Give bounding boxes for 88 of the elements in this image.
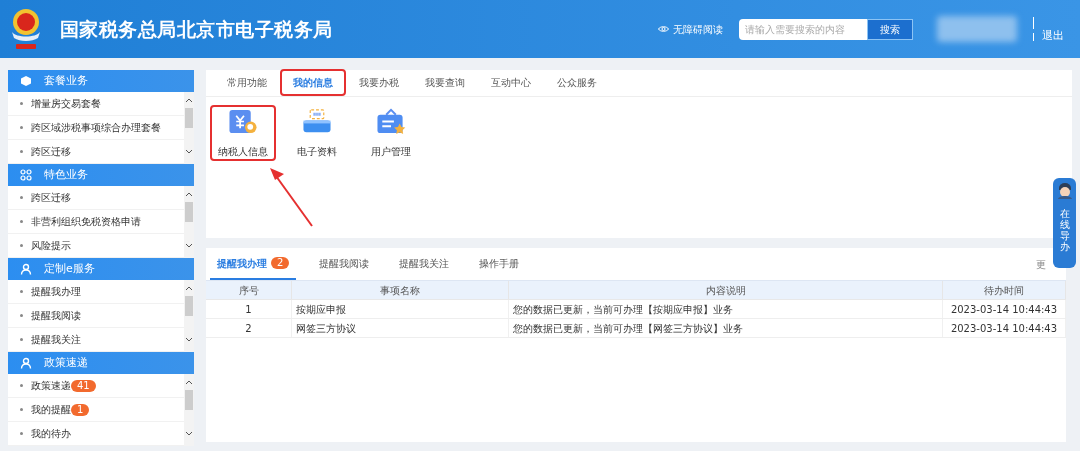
count-badge: 41 <box>71 379 96 392</box>
bullet-icon <box>20 290 23 293</box>
function-tile[interactable]: 纳税人信息 <box>210 105 276 161</box>
site-title: 国家税务总局北京市电子税务局 <box>60 16 333 42</box>
scroll-down-icon[interactable] <box>185 430 193 438</box>
online-guide-widget[interactable]: 在线导办 <box>1053 178 1076 268</box>
assistant-avatar-icon <box>1056 182 1073 200</box>
item-label: 政策速递 <box>31 379 71 393</box>
scroll-down-icon[interactable] <box>185 336 193 344</box>
more-link[interactable]: 更 <box>1036 256 1046 272</box>
table-cell: 网签三方协议 <box>292 319 509 337</box>
tab[interactable]: 常用功能 <box>214 69 280 96</box>
tab[interactable]: 我要查询 <box>412 69 478 96</box>
function-tile[interactable]: 用户管理 <box>358 105 424 161</box>
item-label: 跨区迁移 <box>31 145 71 159</box>
item-label: 跨区迁移 <box>31 191 71 205</box>
bullet-icon <box>20 338 23 341</box>
annotation-arrow <box>268 166 314 228</box>
count-badge: 2 <box>271 257 290 269</box>
item-label: 风险提示 <box>31 239 71 253</box>
tab[interactable]: 操作手册 <box>472 248 527 280</box>
bullet-icon <box>20 408 23 411</box>
table-cell: 您的数据已更新，当前可办理【网签三方协议】业务 <box>509 319 943 337</box>
item-label: 我的待办 <box>31 427 71 441</box>
column-header: 序号 <box>206 281 292 299</box>
table-cell: 按期应申报 <box>292 300 509 318</box>
sidebar-item[interactable]: 政策速递 41 <box>8 374 184 398</box>
grid-icon <box>20 169 32 181</box>
item-label: 提醒我关注 <box>31 333 81 347</box>
scroll-down-icon[interactable] <box>185 148 193 156</box>
bullet-icon <box>20 314 23 317</box>
bullet-icon <box>20 220 23 223</box>
column-header: 待办时间 <box>943 281 1066 299</box>
sidebar-item[interactable]: 我的提醒 1 <box>8 398 184 422</box>
tab[interactable]: 提醒我阅读 <box>312 248 377 280</box>
table-cell: 2023-03-14 10:44:43 <box>943 319 1066 337</box>
section-title: 套餐业务 <box>44 72 88 89</box>
tab[interactable]: 公众服务 <box>544 69 610 96</box>
section-title: 特色业务 <box>44 166 88 183</box>
scrollbar[interactable] <box>184 374 194 446</box>
section-title: 定制e服务 <box>44 260 95 277</box>
table-cell: 1 <box>206 300 292 318</box>
table-cell: 您的数据已更新，当前可办理【按期应申报】业务 <box>509 300 943 318</box>
scroll-up-icon[interactable] <box>185 190 193 198</box>
search-field[interactable]: 请输入需要搜索的内容 <box>739 18 867 40</box>
column-header: 内容说明 <box>509 281 943 299</box>
scroll-up-icon[interactable] <box>185 378 193 386</box>
item-label: 提醒我阅读 <box>31 309 81 323</box>
bullet-icon <box>20 126 23 129</box>
bullet-icon <box>20 432 23 435</box>
scroll-up-icon[interactable] <box>185 96 193 104</box>
tab[interactable]: 互动中心 <box>478 69 544 96</box>
scroll-thumb[interactable] <box>185 296 193 316</box>
table-cell: 2 <box>206 319 292 337</box>
item-label: 提醒我办理 <box>31 285 81 299</box>
bullet-icon <box>20 244 23 247</box>
item-label: 非营利组织免税资格申请 <box>31 215 141 229</box>
column-header: 事项名称 <box>292 281 509 299</box>
item-label: 跨区域涉税事项综合办理套餐 <box>31 121 161 135</box>
briefcase-star-icon <box>375 107 407 136</box>
scroll-down-icon[interactable] <box>185 242 193 250</box>
tab[interactable]: 我的信息 <box>280 69 346 96</box>
item-label: 增量房交易套餐 <box>31 97 101 111</box>
count-badge: 1 <box>71 403 90 416</box>
table-cell: 2023-03-14 10:44:43 <box>943 300 1066 318</box>
tab[interactable]: 提醒我关注 <box>392 248 457 280</box>
scrollbar[interactable] <box>184 280 194 352</box>
bullet-icon <box>20 196 23 199</box>
receipt-search-icon <box>227 107 259 136</box>
function-tile[interactable]: 电子资料 <box>284 105 350 161</box>
scroll-up-icon[interactable] <box>185 284 193 292</box>
item-label: 我的提醒 <box>31 403 71 417</box>
scroll-thumb[interactable] <box>185 390 193 410</box>
section-title: 政策速递 <box>44 354 88 371</box>
cube-icon <box>20 75 32 87</box>
tab[interactable]: 我要办税 <box>346 69 412 96</box>
search-button[interactable]: 搜索 <box>867 18 913 40</box>
scrollbar[interactable] <box>184 186 194 258</box>
user-icon <box>20 357 32 369</box>
bullet-icon <box>20 150 23 153</box>
user-icon <box>20 263 32 275</box>
scroll-thumb[interactable] <box>185 202 193 222</box>
bullet-icon <box>20 102 23 105</box>
bullet-icon <box>20 384 23 387</box>
widget-label: 在线导办 <box>1059 208 1070 252</box>
scroll-thumb[interactable] <box>185 108 193 128</box>
eye-icon <box>658 25 669 33</box>
scrollbar[interactable] <box>184 92 194 164</box>
